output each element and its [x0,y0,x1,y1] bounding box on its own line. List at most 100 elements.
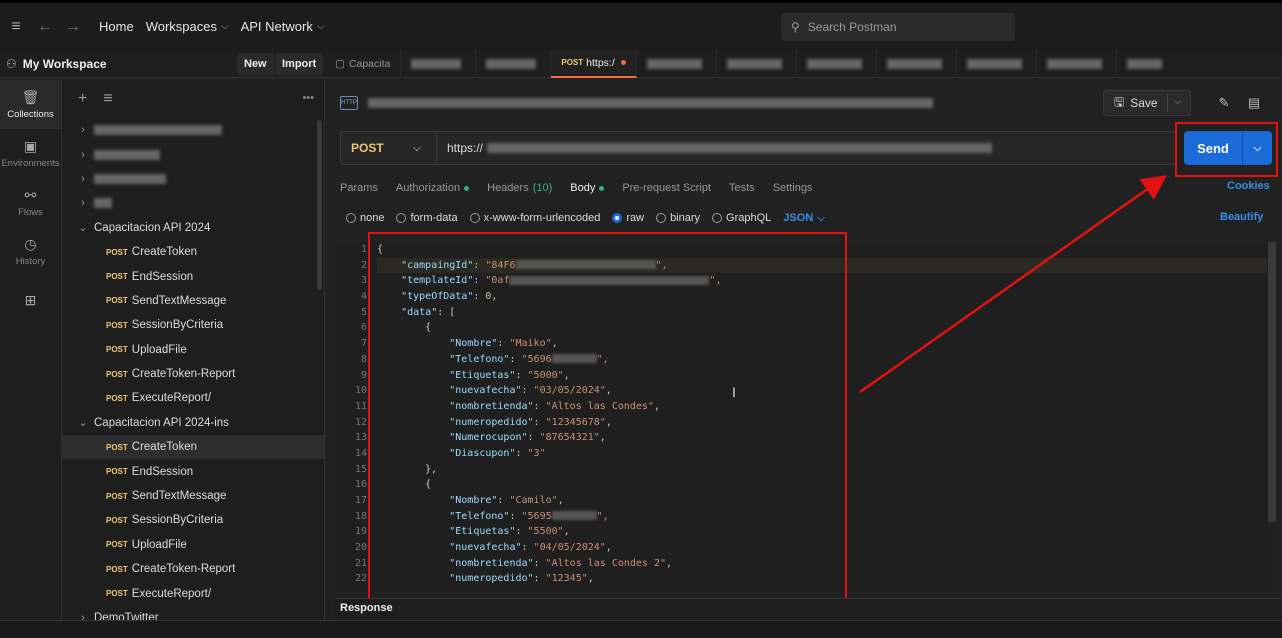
save-icon: 🖫 [1114,94,1125,109]
request-name: CreateToken [131,246,197,259]
radio-label: none [360,212,385,224]
language-select[interactable]: JSON ⌵ [783,212,825,224]
menu-icon[interactable]: ≡ [1,18,31,36]
request-row[interactable]: POST EndSession [62,264,324,288]
tab-redacted[interactable] [957,49,1037,78]
request-row[interactable]: POST SessionByCriteria [62,508,324,532]
chevron-down-icon[interactable]: ⌵ [1174,96,1182,107]
tab-redacted[interactable] [877,49,957,78]
edit-icon[interactable]: ✎ [1210,90,1238,116]
tab-redacted[interactable] [1037,49,1117,78]
http-icon: HTTP [340,96,358,110]
request-row[interactable]: POST ExecuteReport/ [62,386,324,410]
api-network-menu[interactable]: API Network ⌵ [241,19,325,34]
chevron-right-icon: › [81,197,85,210]
status-dot-icon [464,185,470,191]
rail-add-apps[interactable]: ⊞ [0,276,61,325]
tab-redacted[interactable] [637,49,717,78]
redacted-name [726,58,782,69]
tab-redacted[interactable] [797,49,877,78]
request-row[interactable]: POST ExecuteReport/ [62,581,324,605]
forward-arrow-icon[interactable]: → [59,18,87,36]
radio-graphql[interactable]: GraphQL [712,212,771,224]
radio-icon [396,213,407,223]
request-row[interactable]: POST CreateToken-Report [62,557,324,581]
response-panel-header[interactable]: Response [335,598,1282,620]
radio-binary[interactable]: binary [656,212,700,224]
request-row[interactable]: POST UploadFile [62,533,324,557]
collection-row[interactable]: ⌄ Capacitacion API 2024-ins [62,411,324,435]
collection-row[interactable]: › [62,118,324,142]
workspaces-menu[interactable]: Workspaces ⌵ [146,19,229,34]
request-row-selected[interactable]: POST CreateToken [62,435,324,460]
request-row[interactable]: POST CreateToken [62,240,324,264]
tab-redacted[interactable] [476,49,552,78]
request-row[interactable]: POST EndSession [62,459,324,483]
request-row[interactable]: POST CreateToken-Report [62,362,324,386]
method-badge: POST [561,58,584,67]
collection-row[interactable]: › [62,142,324,166]
collection-name: Capacitacion API 2024-ins [94,416,229,429]
line-number: 16 [354,479,367,491]
url-input[interactable]: https:// [437,141,993,155]
request-row[interactable]: POST SendTextMessage [62,289,324,313]
tab-redacted[interactable] [1117,50,1172,78]
sidebar-scrollbar[interactable] [317,120,322,290]
more-icon[interactable]: ••• [302,92,314,104]
save-button[interactable]: 🖫 Save ⌵ [1103,90,1191,116]
sidebar-toolbar: + ≡ ••• [62,80,324,118]
api-network-label: API Network [240,19,313,34]
collection-name: Capacitacion API 2024 [94,221,211,234]
tab-tests[interactable]: Tests [729,182,755,194]
collection-row[interactable]: › DemoTwitter [62,606,324,620]
line-number: 5 [360,306,367,318]
search-input[interactable]: ⚲ Search Postman [781,13,1015,41]
import-button[interactable]: Import [275,53,324,75]
radio-none[interactable]: none [346,212,384,224]
back-arrow-icon[interactable]: ← [31,18,59,36]
top-bar: ≡ ← → Home Workspaces ⌵ API Network ⌵ ⚲ Se… [0,0,1282,50]
chevron-down-icon: ⌵ [220,21,229,32]
editor-scrollbar[interactable] [1268,242,1276,522]
request-name: CreateToken [131,441,197,454]
tab-settings[interactable]: Settings [773,182,813,194]
history-icon: ◷ [24,236,37,252]
radio-form-data[interactable]: form-data [396,212,458,224]
filter-icon[interactable]: ≡ [103,90,112,108]
tab-params[interactable]: Params [340,182,378,194]
redacted-name [886,58,942,69]
tab-body[interactable]: Body [570,182,605,194]
tab-headers[interactable]: Headers (10) [487,182,552,194]
tab-authorization[interactable]: Authorization [396,182,470,194]
request-row[interactable]: POST SendTextMessage [62,484,324,508]
comment-icon[interactable]: ▤ [1240,90,1268,116]
cookies-link[interactable]: Cookies [1227,180,1270,192]
tab-redacted[interactable] [717,49,797,78]
radio-raw[interactable]: raw [612,212,644,224]
method-select[interactable]: POST ⌵ [341,132,437,164]
redacted-name [411,58,462,69]
trash-collections-icon: 🗑︎ [21,89,40,105]
rail-environments[interactable]: ▣ Environments [0,129,61,178]
request-row[interactable]: POST SessionByCriteria [62,313,324,337]
collection-row[interactable]: ⌄ Capacitacion API 2024 [62,216,324,240]
plus-icon[interactable]: + [78,90,87,108]
tab-capacita[interactable]: ▢ Capacita [325,49,402,78]
collection-row[interactable]: › [62,167,324,191]
home-link[interactable]: Home [99,19,134,34]
tab-pre-request-script[interactable]: Pre-request Script [622,182,711,194]
radio-urlencoded[interactable]: x-www-form-urlencoded [469,212,600,224]
tab-active-request[interactable]: POST https:/ [551,49,637,78]
tab-redacted[interactable] [401,49,477,78]
request-row[interactable]: POST UploadFile [62,338,324,362]
request-subtabs: Params Authorization Headers (10) Body Pr… [340,178,1280,198]
line-number: 15 [354,463,367,475]
rail-flows[interactable]: ⚯ Flows [0,178,61,227]
annotation-box-send [1175,122,1278,177]
rail-history[interactable]: ◷ History [0,227,61,276]
collection-row[interactable]: › [62,191,324,215]
new-button[interactable]: New [237,53,274,75]
rail-collections[interactable]: 🗑︎ Collections [0,80,61,129]
line-number: 2 [360,259,367,271]
beautify-link[interactable]: Beautify [1220,211,1263,223]
